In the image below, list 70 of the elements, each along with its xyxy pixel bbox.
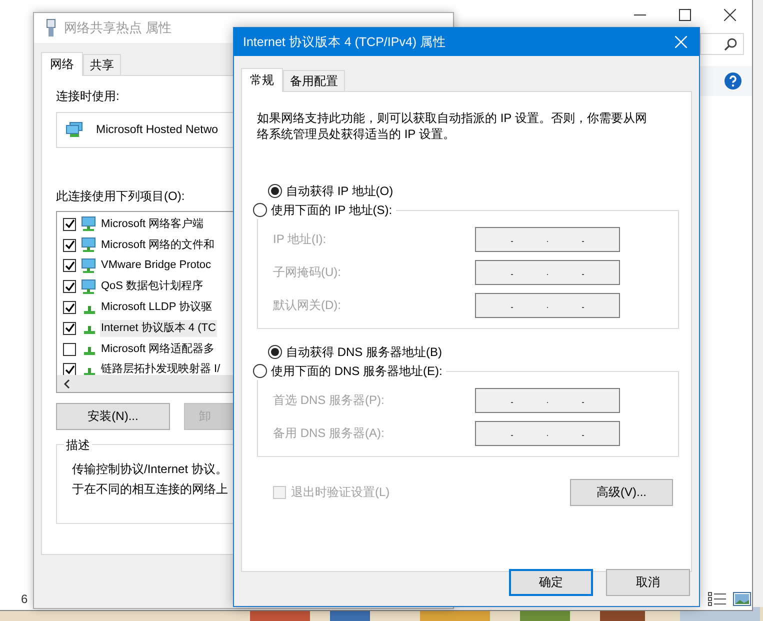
checkbox[interactable] bbox=[63, 322, 76, 335]
network-monitor-icon bbox=[81, 216, 97, 232]
details-view-icon[interactable] bbox=[708, 592, 726, 606]
network-adapter-icon bbox=[66, 122, 84, 138]
button[interactable]: 安装(N)... bbox=[56, 403, 170, 430]
list-item[interactable]: Microsoft 网络客户端 bbox=[100, 216, 205, 233]
ip-address-field[interactable] bbox=[475, 293, 620, 318]
tab[interactable]: 网络 bbox=[41, 52, 83, 76]
tab[interactable]: 常规 bbox=[241, 68, 283, 92]
items-label: 此连接使用下列项目(O): bbox=[56, 188, 185, 205]
description-text: 于在不同的相互连接的网络上 bbox=[72, 481, 229, 498]
checkbox[interactable] bbox=[63, 342, 76, 356]
checkbox-label: 退出时验证设置(L) bbox=[291, 484, 390, 501]
ip-address-field[interactable] bbox=[475, 260, 620, 285]
checkbox[interactable] bbox=[63, 259, 76, 272]
list-item[interactable]: Internet 协议版本 4 (TC bbox=[100, 320, 217, 337]
adapter-name: Microsoft Hosted Netwo bbox=[96, 123, 218, 138]
ip-address-field[interactable] bbox=[475, 388, 620, 413]
status-text: 6 bbox=[21, 592, 28, 606]
maximize-icon[interactable] bbox=[679, 9, 691, 21]
intro-text: 如果网络支持此功能，则可以获取自动指派的 IP 设置。否则，你需要从网络系统管理员处获得适当的 IP 设置。 bbox=[257, 110, 648, 142]
field-label: 首选 DNS 服务器(P): bbox=[273, 392, 384, 409]
list-item[interactable]: Microsoft 网络的文件和 bbox=[100, 236, 216, 254]
list-item[interactable]: Microsoft 网络适配器多 bbox=[100, 340, 216, 358]
checkbox[interactable] bbox=[63, 363, 76, 376]
list-item[interactable]: 链路层拓扑发现映射器 I/ bbox=[100, 361, 222, 378]
connect-using-label: 连接时使用: bbox=[56, 88, 120, 105]
field-label: 备用 DNS 服务器(A): bbox=[273, 425, 384, 442]
checkbox[interactable] bbox=[63, 238, 76, 252]
search-icon bbox=[724, 38, 737, 50]
field-label: 子网掩码(U): bbox=[273, 264, 341, 281]
list-item[interactable]: QoS 数据包计划程序 bbox=[100, 278, 204, 296]
checkbox[interactable] bbox=[63, 280, 76, 294]
field-label: IP 地址(I): bbox=[273, 231, 326, 248]
description-text: 传输控制协议/Internet 协议。 bbox=[72, 461, 228, 478]
list-item[interactable]: VMware Bridge Protoc bbox=[100, 257, 212, 274]
radio-label: 使用下面的 IP 地址(S): bbox=[271, 202, 392, 218]
window-title: 网络共享热点 属性 bbox=[64, 19, 172, 37]
usb-adapter-icon bbox=[46, 19, 56, 37]
network-monitor-icon bbox=[81, 237, 97, 254]
advanced-button[interactable]: 高级(V)... bbox=[570, 479, 673, 506]
search-field[interactable] bbox=[700, 33, 744, 55]
checkbox[interactable] bbox=[63, 218, 76, 231]
ip-address-field[interactable] bbox=[475, 227, 620, 252]
network-connector-icon bbox=[84, 306, 95, 314]
cancel-button[interactable]: 取消 bbox=[606, 569, 690, 596]
network-connector-icon bbox=[84, 347, 95, 356]
network-connector-icon bbox=[84, 326, 95, 334]
window-title: Internet 协议版本 4 (TCP/IPv4) 属性 bbox=[243, 34, 446, 50]
checkbox[interactable] bbox=[63, 301, 76, 314]
radio-label: 自动获得 IP 地址(O) bbox=[286, 182, 394, 200]
radio-button[interactable] bbox=[268, 184, 282, 198]
network-monitor-icon bbox=[81, 278, 97, 295]
group-title: 描述 bbox=[64, 437, 92, 454]
radio-label: 使用下面的 DNS 服务器地址(E): bbox=[271, 362, 442, 380]
ip-address-field[interactable] bbox=[475, 421, 620, 446]
preview-view-icon[interactable] bbox=[733, 592, 751, 606]
close-icon[interactable] bbox=[724, 9, 736, 21]
tab[interactable]: 备用配置 bbox=[283, 70, 345, 91]
ok-button[interactable]: 确定 bbox=[509, 569, 593, 596]
radio-button[interactable] bbox=[253, 364, 267, 378]
radio-button[interactable] bbox=[253, 203, 267, 217]
field-label: 默认网关(D): bbox=[273, 297, 341, 314]
list-item[interactable]: Microsoft LLDP 协议驱 bbox=[100, 299, 214, 316]
radio-label: 自动获得 DNS 服务器地址(B) bbox=[286, 344, 442, 360]
help-icon[interactable] bbox=[724, 72, 742, 90]
scroll-left-icon[interactable] bbox=[63, 378, 71, 388]
tab[interactable]: 共享 bbox=[83, 54, 121, 75]
network-monitor-icon bbox=[81, 258, 97, 274]
radio-button[interactable] bbox=[268, 345, 282, 359]
